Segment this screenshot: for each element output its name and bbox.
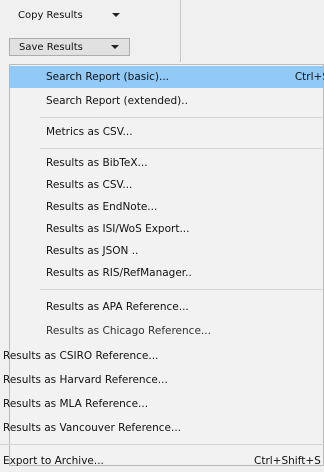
menu-item-apa[interactable]: Results as APA Reference... [10,296,323,318]
menu-item-label: Results as APA Reference... [46,301,189,313]
menu-item-label: Results as BibTeX... [46,157,148,169]
menu-item-vancouver[interactable]: Results as Vancouver Reference... [0,417,181,439]
menu-separator [40,117,323,118]
menu-item-bibtex[interactable]: Results as BibTeX... [10,152,323,174]
menu-item-chicago[interactable]: Results as Chicago Reference... [10,320,323,342]
menu-item-label: Results as Vancouver Reference... [3,422,182,434]
menu-item-endnote[interactable]: Results as EndNote... [10,196,323,218]
menu-item-label: Results as EndNote... [46,201,158,213]
save-results-label: Save Results [19,41,83,53]
menu-separator [40,289,323,290]
menu-item-mla[interactable]: Results as MLA Reference... [0,393,148,415]
copy-results-label: Copy Results [18,9,83,21]
menu-item-shortcut: Ctrl+S [294,71,324,83]
menu-item-metrics-csv[interactable]: Metrics as CSV... [10,121,323,143]
menu-item-label: Results as CSV... [46,179,133,191]
menu-item-label: Search Report (extended).. [46,95,188,107]
chevron-down-icon [111,45,119,49]
menu-item-label: Metrics as CSV... [46,126,133,138]
menu-item-shortcut: Ctrl+Shift+S [254,455,321,467]
menu-item-label: Results as Harvard Reference... [3,374,168,386]
copy-results-button[interactable]: Copy Results [9,6,130,24]
menu-item-label: Results as MLA Reference... [3,398,149,410]
menu-item-label: Results as ISI/WoS Export... [46,223,190,235]
chevron-down-icon [112,13,120,17]
menu-item-ris[interactable]: Results as RIS/RefManager.. [10,262,323,284]
menu-item-label: Results as JSON .. [46,245,139,257]
menu-separator [40,148,323,149]
menu-item-json[interactable]: Results as JSON .. [10,240,323,262]
toolbar-panel: Copy Results Save Results [0,0,180,62]
panel-divider [180,0,181,62]
menu-item-label: Search Report (basic)... [46,71,170,83]
menu-item-export-archive[interactable]: Export to Archive... Ctrl+Shift+S [0,450,324,472]
menu-item-label: Export to Archive... [3,455,104,467]
menu-item-isi-wos[interactable]: Results as ISI/WoS Export... [10,218,323,240]
menu-item-search-report-basic[interactable]: Search Report (basic)... Ctrl+S [10,66,324,88]
save-results-button[interactable]: Save Results [9,38,130,56]
menu-item-csv[interactable]: Results as CSV... [10,174,323,196]
menu-item-csiro[interactable]: Results as CSIRO Reference... [0,345,158,367]
menu-item-label: Results as Chicago Reference... [46,325,211,337]
menu-item-search-report-extended[interactable]: Search Report (extended).. [10,90,323,112]
menu-separator [0,444,324,445]
menu-item-harvard[interactable]: Results as Harvard Reference... [0,369,168,391]
menu-item-label: Results as CSIRO Reference... [3,350,159,362]
menu-item-label: Results as RIS/RefManager.. [46,267,192,279]
